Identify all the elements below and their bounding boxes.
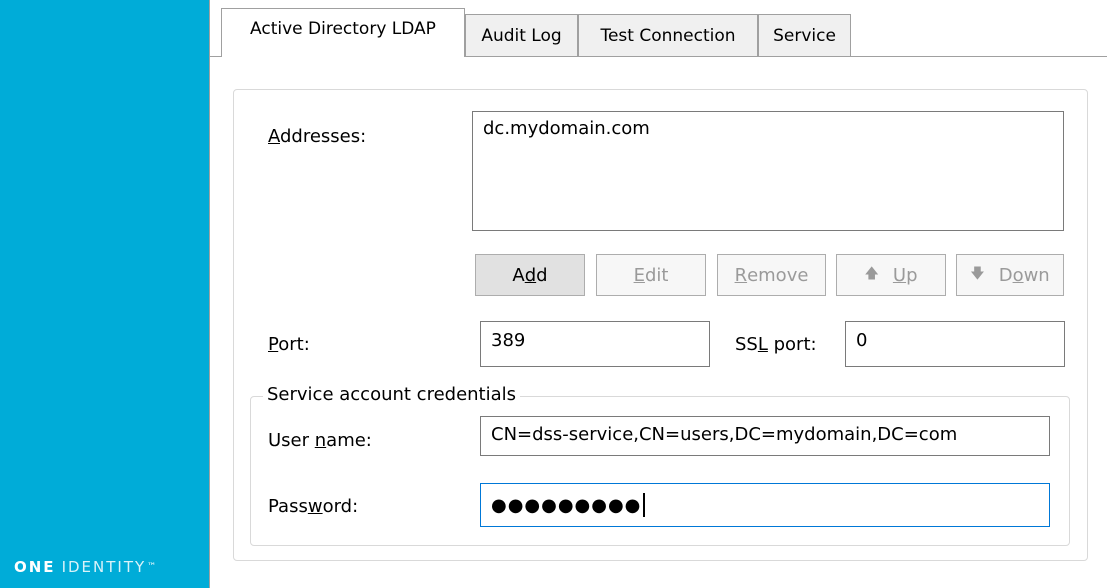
- tab-test-connection[interactable]: Test Connection: [578, 14, 758, 56]
- credentials-legend: Service account credentials: [263, 384, 521, 405]
- remove-button[interactable]: Remove: [717, 254, 826, 296]
- tab-active-directory-ldap[interactable]: Active Directory LDAP: [221, 8, 465, 57]
- tab-audit-log[interactable]: Audit Log: [465, 14, 578, 56]
- edit-button[interactable]: Edit: [596, 254, 706, 296]
- arrow-up-icon: 🡅: [864, 266, 879, 282]
- port-field[interactable]: 389: [480, 321, 710, 367]
- settings-window: Active Directory LDAP Audit Log Test Con…: [209, 0, 1107, 588]
- ssl-port-label: SSL port:: [735, 334, 817, 355]
- addresses-label: Addresses:: [268, 126, 367, 147]
- down-button[interactable]: 🡇 Do wn: [956, 254, 1064, 296]
- tab-service[interactable]: Service: [758, 14, 851, 56]
- password-label: Password:: [268, 496, 359, 517]
- address-list-item[interactable]: dc.mydomain.com: [483, 118, 1053, 139]
- addresses-list[interactable]: dc.mydomain.com: [472, 111, 1064, 231]
- one-identity-logo: ONE IDENTITY ™: [14, 555, 158, 579]
- arrow-down-icon: 🡇: [970, 266, 985, 282]
- tab-label: Audit Log: [481, 25, 562, 46]
- logo-trademark: ™: [147, 562, 159, 572]
- ssl-port-field[interactable]: 0: [845, 321, 1065, 367]
- up-button[interactable]: 🡅 Up: [836, 254, 946, 296]
- password-field[interactable]: ●●●●●●●●●: [480, 483, 1050, 527]
- username-label: User name:: [268, 430, 372, 451]
- port-label: Port:: [268, 334, 310, 355]
- tab-label: Active Directory LDAP: [250, 19, 436, 39]
- tab-label: Service: [773, 25, 836, 46]
- tab-label: Test Connection: [600, 25, 736, 46]
- username-field[interactable]: CN=dss-service,CN=users,DC=mydomain,DC=c…: [480, 416, 1050, 456]
- text-caret: [643, 493, 646, 517]
- password-masked-value: ●●●●●●●●●: [491, 494, 642, 516]
- logo-one: ONE: [14, 558, 56, 576]
- add-button[interactable]: Add: [475, 254, 585, 296]
- sidebar: ONE IDENTITY ™: [0, 0, 209, 588]
- logo-identity: IDENTITY: [61, 558, 147, 576]
